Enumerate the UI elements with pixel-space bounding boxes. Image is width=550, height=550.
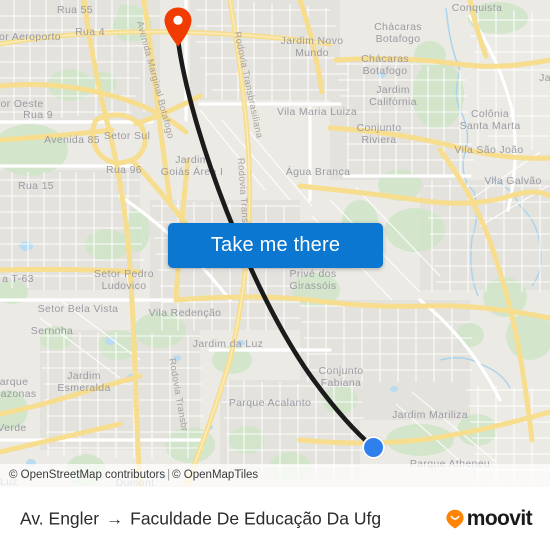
take-me-there-button[interactable]: Take me there [168, 223, 383, 268]
moovit-route-card: Rua 55 Conquista Rua 4 Chácaras Botafogo Jar… [0, 0, 550, 550]
moovit-pin-smile-icon [446, 509, 464, 528]
route-arrow-icon: → [106, 509, 124, 528]
attribution-osm[interactable]: © OpenStreetMap contributors [9, 469, 165, 481]
footer-bar: Av. Engler → Faculdade De Educação Da Ufg … [0, 487, 550, 550]
map-attribution: © OpenStreetMap contributors | © OpenMapTi… [0, 464, 550, 487]
route-destination-label: Faculdade De Educação Da Ufg [130, 508, 382, 528]
attribution-openmaptiles[interactable]: © OpenMapTiles [172, 469, 258, 481]
map-canvas[interactable]: Rua 55 Conquista Rua 4 Chácaras Botafogo Jar… [0, 0, 550, 487]
destination-location-dot[interactable] [362, 436, 385, 459]
moovit-logo[interactable]: moovit [445, 507, 533, 530]
route-origin-label: Av. Engler [20, 508, 100, 528]
moovit-wordmark: moovit [466, 507, 533, 530]
origin-map-pin-icon[interactable] [163, 6, 193, 48]
route-summary: Av. Engler → Faculdade De Educação Da Ufg [20, 508, 381, 529]
